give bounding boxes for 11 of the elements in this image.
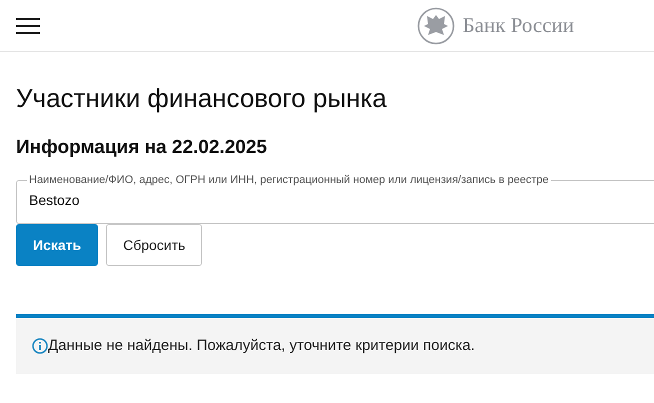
menu-icon[interactable]	[16, 18, 40, 34]
info-date: Информация на 22.02.2025	[16, 136, 268, 160]
brand-name: Банк России	[462, 12, 574, 39]
emblem-icon	[416, 6, 455, 44]
info-icon	[32, 338, 48, 354]
page-title: Участники финансового рынка	[16, 82, 388, 114]
reset-button[interactable]: Сбросить	[106, 224, 202, 266]
alert-message: Данные не найдены. Пожалуйста, уточните критерии поиска.	[48, 336, 475, 356]
search-input[interactable]: Bestozo	[17, 187, 654, 217]
search-button[interactable]: Искать	[16, 224, 98, 266]
field-label: Наименование/ФИО, адрес, ОГРН или ИНН, регистрационный номер или лицензия/запись в реестре	[28, 174, 550, 187]
